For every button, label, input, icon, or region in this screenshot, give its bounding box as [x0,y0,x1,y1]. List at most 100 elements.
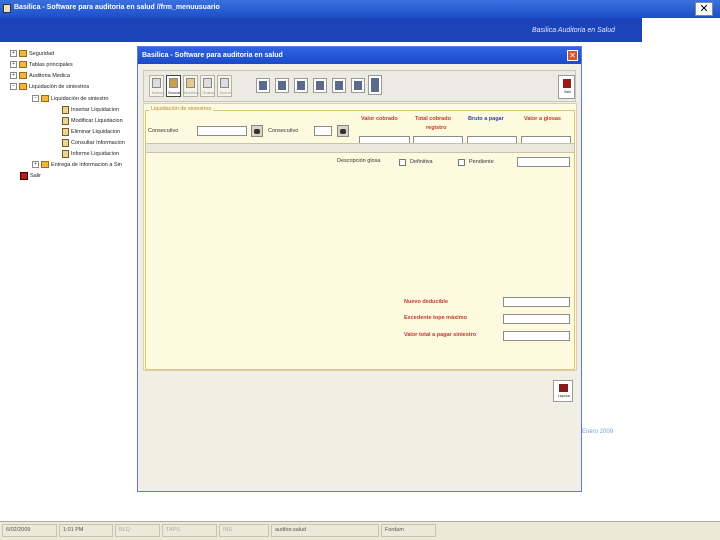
calculator-icon [259,81,267,90]
tree-item-auditoria[interactable]: + Auditoria Medica [10,72,70,79]
document-icon [62,128,69,136]
consecutivo-input[interactable] [197,126,247,136]
tree-item-insertar[interactable]: Insertar Liquidacion [62,106,119,114]
sigma-button[interactable] [294,78,308,93]
save-toolbar-label: Grabar [202,90,215,95]
edit-icon [186,78,195,88]
expand-icon[interactable]: + [10,72,17,79]
exit-button-label: Salir [563,90,571,94]
folder-icon [19,61,27,68]
image-icon [335,81,343,90]
consecutivo-2-input[interactable] [314,126,332,136]
status-form: Fordam [381,524,436,537]
new-button-label: Nuevo [151,90,164,95]
report-button[interactable] [275,78,289,93]
expand-icon[interactable]: + [10,50,17,57]
tree-item-modificar[interactable]: Modificar Liquidacion [62,117,123,125]
collapse-icon[interactable]: − [32,95,39,102]
exit-icon [563,79,571,88]
valor-total-input[interactable] [503,331,570,341]
tree-item-eliminar[interactable]: Eliminar Liquidacion [62,128,120,136]
tree-item-tablas[interactable]: + Tablas principales [10,61,73,68]
excedente-label: Excedente tope máximo [404,315,467,321]
tree-item-informe[interactable]: Informe Liquidacion [62,150,119,158]
app-title: Basilica - Software para auditoria en sa… [14,4,220,11]
image-button[interactable] [332,78,346,93]
pendiente-checkbox[interactable] [458,159,465,166]
nuevo-deducible-label: Nuevo deducible [404,299,449,305]
search-button[interactable]: Buscar [166,75,181,97]
valor-cobrado-label: Valor cobrado [361,116,398,122]
tree-item-label: Liquidación de siniestros [29,83,90,90]
chart-icon [316,81,324,90]
footer-date: Enero 2009 [582,429,614,435]
consecutivo-label: Consecutivo [148,128,179,134]
tree-item-label: Salir [30,173,42,179]
definitiva-checkbox[interactable] [399,159,406,166]
chart-button[interactable] [313,78,327,93]
calculator-button[interactable] [256,78,270,93]
descripcion-glosa-input[interactable] [517,157,570,167]
tree-item-label: Liquidación de siniestro [51,95,109,102]
tree-item-label: Auditoria Medica [29,72,70,79]
nuevo-deducible-input[interactable] [503,297,570,307]
expand-icon[interactable]: + [32,161,39,168]
tree-item-label: Consultar Informacion [71,140,125,146]
folder-icon [19,50,27,57]
tree-item-seguridad[interactable]: + Seguridad [10,50,54,57]
status-blq: BLQ [115,524,160,537]
excedente-input[interactable] [503,314,570,324]
tree-item-liquidacion[interactable]: − Liquidación de siniestros [10,83,89,90]
collapse-icon[interactable]: − [10,83,17,90]
status-taps: TAPS [162,524,217,537]
consecutivo-2-label: Consecutivo [268,128,299,134]
document-list-button[interactable] [368,75,382,95]
tree-item-label: Entrega de informacion a Sin [51,161,122,168]
dialog-close-button[interactable]: ✕ [567,50,578,61]
save-toolbar-button[interactable]: Grabar [200,75,215,97]
app-close-button[interactable]: ✕ [695,2,713,16]
app-icon [3,4,11,13]
folder-icon [19,83,27,90]
status-date: 6/02/2009 [2,524,57,537]
search-button-label: Buscar [168,90,181,95]
exit-button[interactable]: Salir [558,75,575,99]
bruto-pagar-label: Bruto a pagar [468,116,504,122]
save-icon [203,78,212,88]
folder-icon [41,95,49,102]
print-icon [354,81,362,90]
liquidar-button[interactable]: Liquidar [553,380,573,402]
document-icon [62,106,69,114]
delete-button-label: Borrar [219,90,232,95]
new-button[interactable]: Nuevo [149,75,164,97]
delete-button[interactable]: Borrar [217,75,232,97]
edit-button-label: Modificar [184,90,199,95]
tree-item-salir[interactable]: Salir [20,172,41,180]
tree-item-label: Modificar Liquidacion [71,118,123,124]
tree-item-consultar[interactable]: Consultar Informacion [62,139,125,147]
dialog-toolbar: Nuevo Buscar Modificar Grabar Borrar [143,70,576,102]
tree-item-liquidacion-sub[interactable]: − Liquidación de siniestro [32,95,108,102]
descripcion-glosa-label: Descripción glosa [337,158,381,164]
tree-item-label: Tablas principales [29,61,73,68]
binoculars-search-2-icon[interactable] [337,125,349,137]
tree-item-label: Eliminar Liquidacion [71,129,121,135]
status-time: 1:01 PM [59,524,113,537]
tree-item-label: Insertar Liquidacion [71,107,120,113]
group-title: Liquidación de siniestros [149,106,214,112]
save-icon [559,384,568,392]
binoculars-search-icon[interactable] [251,125,263,137]
edit-button[interactable]: Modificar [183,75,199,97]
liquidar-button-label: Liquidar [557,394,571,398]
total-cobrado-label: Total cobrado [415,116,451,122]
status-user: auditor.salud [271,524,379,537]
document-icon [62,117,69,125]
folder-icon [19,72,27,79]
valor-total-label: Valor total a pagar siniestro [404,332,477,338]
delete-icon [220,78,229,88]
sigma-icon [297,81,305,90]
folder-icon [41,161,49,168]
print-button[interactable] [351,78,365,93]
tree-item-entrega[interactable]: + Entrega de informacion a Sin [32,161,122,168]
expand-icon[interactable]: + [10,61,17,68]
